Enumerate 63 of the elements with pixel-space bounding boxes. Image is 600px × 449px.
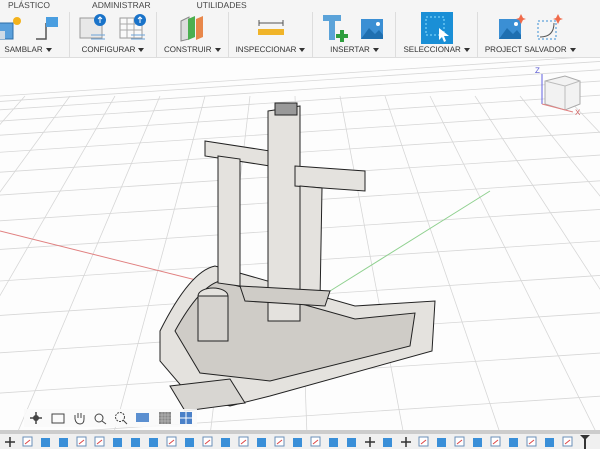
body-feature-icon[interactable] <box>184 436 196 448</box>
viewports-icon[interactable] <box>179 411 193 425</box>
move-feature-icon[interactable] <box>364 436 376 448</box>
body-feature-icon[interactable] <box>472 436 484 448</box>
toolbar-group-menu[interactable]: SELECCIONAR <box>403 45 470 54</box>
zoom-icon[interactable] <box>93 411 107 425</box>
body-feature-icon[interactable] <box>544 436 556 448</box>
view-cube[interactable]: Z X <box>535 66 590 121</box>
insert-plus-icon[interactable] <box>320 12 350 44</box>
zoom-window-icon[interactable] <box>114 411 128 425</box>
dropdown-caret-icon <box>570 48 576 52</box>
sketch-feature-icon[interactable] <box>526 436 538 448</box>
timeline-marker-icon[interactable] <box>580 434 590 448</box>
grid-icon[interactable] <box>158 411 172 425</box>
body-feature-icon[interactable] <box>256 436 268 448</box>
z-axis-label: Z <box>535 66 540 75</box>
dropdown-caret-icon <box>299 48 306 52</box>
body-feature-icon[interactable] <box>508 436 520 448</box>
dropdown-caret-icon <box>372 48 379 52</box>
toolbar-group-menu[interactable]: CONFIGURAR <box>82 45 144 54</box>
toolbar-group-menu[interactable]: INSERTAR <box>330 45 379 54</box>
body-feature-icon[interactable] <box>292 436 304 448</box>
sketch-feature-icon[interactable] <box>166 436 178 448</box>
body-feature-icon[interactable] <box>40 436 52 448</box>
workspace-tab[interactable]: PLÁSTICO <box>8 0 50 11</box>
toolbar-group-menu[interactable]: CONSTRUIR <box>164 45 221 54</box>
sketch-feature-icon[interactable] <box>22 436 34 448</box>
body-feature-icon[interactable] <box>436 436 448 448</box>
sketch-feature-icon[interactable] <box>490 436 502 448</box>
dropdown-caret-icon <box>464 48 470 52</box>
viewport-canvas[interactable]: Z X <box>0 58 600 430</box>
sketch-feature-icon[interactable] <box>76 436 88 448</box>
sketch-feature-icon[interactable] <box>418 436 430 448</box>
workspace-tab[interactable]: UTILIDADES <box>196 0 247 11</box>
body-feature-icon[interactable] <box>382 436 394 448</box>
body-feature-icon[interactable] <box>148 436 160 448</box>
sketch-feature-icon[interactable] <box>202 436 214 448</box>
toolbar-group-menu[interactable]: PROJECT SALVADOR <box>484 45 576 54</box>
dropdown-caret-icon <box>214 48 221 52</box>
sketch-feature-icon[interactable] <box>94 436 106 448</box>
toolbar-group-menu[interactable]: SAMBLAR <box>4 45 52 54</box>
orbit-icon[interactable] <box>28 411 44 425</box>
move-feature-icon[interactable] <box>400 436 412 448</box>
x-axis-label: X <box>575 108 580 117</box>
dropdown-caret-icon <box>46 48 52 52</box>
dropdown-caret-icon <box>138 48 144 52</box>
pan-hand-icon[interactable] <box>72 411 86 425</box>
sketch-feature-icon[interactable] <box>454 436 466 448</box>
body-feature-icon[interactable] <box>58 436 70 448</box>
sketch-feature-icon[interactable] <box>274 436 286 448</box>
workspace-tab[interactable]: ADMINISTRAR <box>92 0 151 11</box>
toolbar-group-menu[interactable]: INSPECCIONAR <box>236 45 306 54</box>
body-feature-icon[interactable] <box>112 436 124 448</box>
body-feature-icon[interactable] <box>130 436 142 448</box>
sketch-feature-icon[interactable] <box>238 436 250 448</box>
body-feature-icon[interactable] <box>220 436 232 448</box>
move-feature-icon[interactable] <box>4 436 16 448</box>
sketch-feature-icon[interactable] <box>562 436 574 448</box>
display-icon[interactable] <box>135 411 151 425</box>
body-feature-icon[interactable] <box>346 436 358 448</box>
body-feature-icon[interactable] <box>328 436 340 448</box>
sketch-feature-icon[interactable] <box>310 436 322 448</box>
select-icon[interactable] <box>420 12 453 44</box>
